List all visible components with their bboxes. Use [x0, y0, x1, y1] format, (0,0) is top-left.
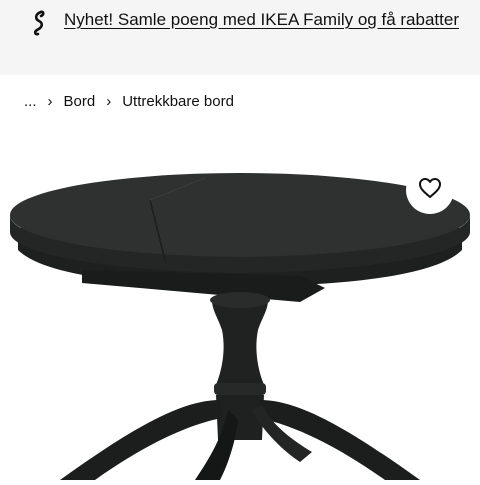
breadcrumb: ... › Bord › Uttrekkbare bord: [24, 89, 234, 113]
heart-icon: [418, 177, 442, 204]
breadcrumb-item-uttrekkbare-bord[interactable]: Uttrekkbare bord: [122, 93, 234, 110]
breadcrumb-ellipsis[interactable]: ...: [24, 93, 37, 110]
promo-banner: Nyhet! Samle poeng med IKEA Family og få…: [0, 0, 480, 75]
chevron-right-icon: ›: [47, 92, 53, 110]
chain-link-icon: [27, 9, 51, 37]
breadcrumb-item-bord[interactable]: Bord: [64, 93, 96, 110]
chevron-right-icon: ›: [106, 92, 112, 110]
favourite-button[interactable]: [406, 166, 454, 214]
promo-link[interactable]: Nyhet! Samle poeng med IKEA Family og få…: [64, 7, 464, 33]
